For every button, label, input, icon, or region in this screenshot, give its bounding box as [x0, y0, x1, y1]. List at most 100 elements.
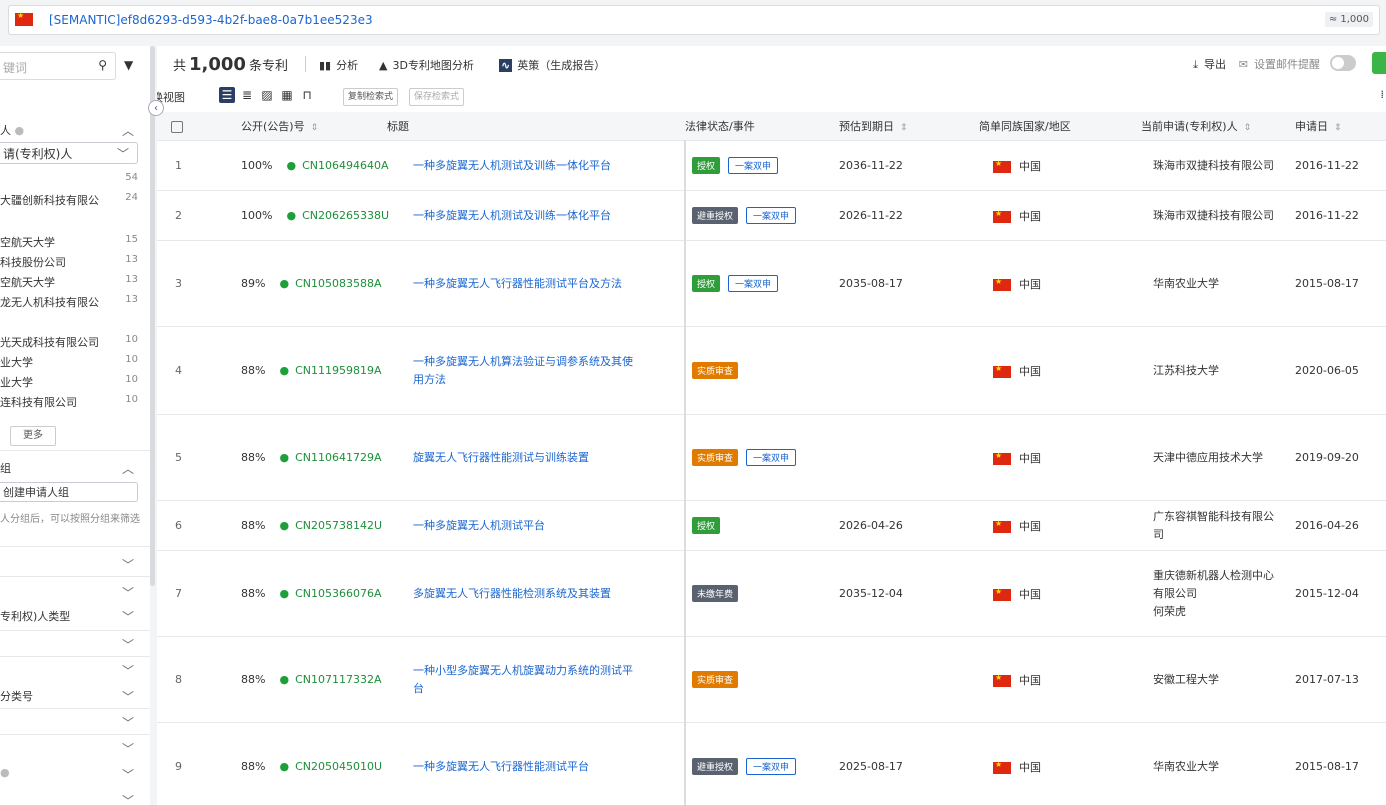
col-applicant[interactable]: 当前申请(专利权)人 ⇕ [1141, 112, 1295, 141]
grid-view-icon[interactable]: ▦ [279, 87, 295, 103]
image-view-icon[interactable]: ▨ [259, 87, 275, 103]
dual-filing-tag[interactable]: 一案双申 [728, 275, 779, 292]
applicant-list-item[interactable]: 科技股份公司 13 [0, 254, 150, 270]
chevron-up-icon[interactable]: ︿ [122, 460, 134, 477]
row-index: 3 [157, 240, 241, 327]
query-input[interactable]: [SEMANTIC]ef8d6293-d593-4b2f-bae8-0a7b1e… [8, 5, 1380, 35]
applicant-list-item[interactable]: 光天成科技有限公司 10 [0, 334, 150, 350]
table-row[interactable]: 3 89% ● CN105083588A 一种多旋翼无人飞行器性能测试平台及方法 授权一… [157, 240, 1386, 327]
chevron-down-icon[interactable]: ﹀ [122, 740, 134, 757]
column-settings-icon[interactable]: ⁞ [1381, 88, 1385, 101]
applicant-select[interactable]: 请(专利权)人 ﹀ [0, 142, 138, 164]
applicant-list-item[interactable]: 空航天大学 15 [0, 234, 150, 250]
applicant-list-item[interactable]: 业大学 10 [0, 354, 150, 370]
collapsed-filter[interactable]: ● ﹀ [0, 766, 150, 782]
patent-title-link[interactable]: 一种多旋翼无人飞行器性能测试平台 [413, 760, 589, 773]
group-section-header[interactable]: 组 ︿ [0, 460, 150, 476]
copy-query-button[interactable]: 复制检索式 [343, 88, 399, 106]
mail-alert-button[interactable]: ✉ 设置邮件提醒 [1239, 56, 1320, 72]
select-all-checkbox[interactable] [157, 112, 241, 141]
applicant-list-item[interactable]: 连科技有限公司 10 [0, 394, 150, 410]
applicant-link[interactable]: 江苏科技大学 [1153, 364, 1219, 377]
report-button[interactable]: ∿ 英策（生成报告） [499, 57, 605, 73]
chevron-down-icon[interactable]: ﹀ [122, 636, 134, 653]
patent-title-link[interactable]: 一种多旋翼无人机算法验证与调参系统及其使用方法 [413, 355, 633, 386]
filter-icon[interactable]: ▼ [124, 58, 133, 72]
dual-filing-tag[interactable]: 一案双申 [728, 157, 779, 174]
save-query-button[interactable]: 保存检索式 [409, 88, 465, 106]
applicant-link[interactable]: 珠海市双捷科技有限公司 [1153, 209, 1274, 222]
chevron-down-icon[interactable]: ﹀ [122, 662, 134, 679]
patent-title-link[interactable]: 一种多旋翼无人机测试及训练一体化平台 [413, 209, 611, 222]
applicant-link[interactable]: 安徽工程大学 [1153, 673, 1219, 686]
mail-alert-toggle[interactable] [1330, 55, 1356, 71]
compare-view-icon[interactable]: ⊓ [299, 87, 315, 103]
applicant-name: 光天成科技有限公司 [0, 336, 99, 349]
create-group-field[interactable]: 创建申请人组 [0, 482, 138, 502]
publication-number-link[interactable]: CN205738142U [295, 519, 382, 532]
chevron-down-icon[interactable]: ﹀ [122, 608, 134, 625]
section-applicant-header[interactable]: 人 ● ︿ [0, 122, 150, 138]
chevron-down-icon[interactable]: ﹀ [122, 688, 134, 705]
export-button[interactable]: ⤓ 导出 [1193, 56, 1226, 72]
table-row[interactable]: 1 100% ● CN106494640A 一种多旋翼无人机测试及训练一体化平台 授权一… [157, 140, 1386, 191]
patent-title-link[interactable]: 一种多旋翼无人机测试及训练一体化平台 [413, 159, 611, 172]
table-row[interactable]: 9 88% ● CN205045010U 一种多旋翼无人飞行器性能测试平台 避重授权 一案… [157, 722, 1386, 805]
chevron-up-icon[interactable]: ︿ [122, 122, 134, 139]
table-row[interactable]: 2 100% ● CN206265338U 一种多旋翼无人机测试及训练一体化平台 避重授… [157, 190, 1386, 241]
applicant-list-item[interactable]: 业大学 10 [0, 374, 150, 390]
col-pub-no[interactable]: 公开(公告)号 ⇕ [241, 112, 387, 141]
applicant-link[interactable]: 华南农业大学 [1153, 760, 1219, 773]
table-row[interactable]: 8 88% ● CN107117332A 一种小型多旋翼无人机旋翼动力系统的测试平台 实… [157, 636, 1386, 723]
patent-title-link[interactable]: 一种多旋翼无人飞行器性能测试平台及方法 [413, 277, 622, 290]
patent-title-link[interactable]: 多旋翼无人飞行器性能检测系统及其装置 [413, 587, 611, 600]
applicant-list-item[interactable]: 空航天大学 13 [0, 274, 150, 290]
table-row[interactable]: 7 88% ● CN105366076A 多旋翼无人飞行器性能检测系统及其装置 未缴年费… [157, 550, 1386, 637]
chevron-down-icon[interactable]: ﹀ [122, 584, 134, 601]
publication-number-link[interactable]: CN106494640A [302, 159, 388, 172]
table-row[interactable]: 5 88% ● CN110641729A 旋翼无人飞行器性能测试与训练装置 实质审查 一案… [157, 414, 1386, 501]
dual-filing-tag[interactable]: 一案双申 [746, 758, 797, 775]
col-app-date[interactable]: 申请日 ⇕ [1295, 112, 1386, 141]
col-expiry[interactable]: 预估到期日 ⇕ [839, 112, 979, 141]
patent-title-link[interactable]: 一种小型多旋翼无人机旋翼动力系统的测试平台 [413, 664, 633, 695]
collapse-sidebar-icon[interactable]: ‹ [148, 100, 164, 116]
publication-number-link[interactable]: CN205045010U [295, 760, 382, 773]
applicant-link[interactable]: 广东容祺智能科技有限公司 [1153, 510, 1274, 541]
table-row[interactable]: 4 88% ● CN111959819A 一种多旋翼无人机算法验证与调参系统及其使用方… [157, 326, 1386, 415]
sidebar-scrollbar[interactable] [150, 46, 155, 586]
chevron-down-icon[interactable]: ﹀ [122, 714, 134, 731]
applicant-link[interactable]: 重庆德新机器人检测中心有限公司 何荣虎 [1153, 569, 1274, 618]
sidebar-search-input[interactable]: 键词 ⚲ [0, 52, 116, 80]
search-icon[interactable]: ⚲ [98, 58, 107, 72]
publication-number-link[interactable]: CN105366076A [295, 587, 381, 600]
list-view-icon[interactable]: ☰ [219, 87, 235, 103]
applicant-link[interactable]: 珠海市双捷科技有限公司 [1153, 159, 1274, 172]
dual-filing-tag[interactable]: 一案双申 [746, 449, 797, 466]
chevron-down-icon[interactable]: ﹀ [122, 792, 134, 805]
detail-view-icon[interactable]: ≣ [239, 87, 255, 103]
publication-number-link[interactable]: CN111959819A [295, 364, 381, 377]
applicant-link[interactable]: 天津中德应用技术大学 [1153, 451, 1263, 464]
map3d-button[interactable]: ▲ 3D专利地图分析 [379, 57, 474, 73]
applicant-list-item[interactable]: 龙无人机科技有限公 13 [0, 294, 150, 310]
patent-title-link[interactable]: 旋翼无人飞行器性能测试与训练装置 [413, 451, 589, 464]
classification-filter[interactable]: 分类号 ﹀ [0, 688, 150, 704]
applicant-type-filter[interactable]: 专利权)人类型 ﹀ [0, 608, 150, 624]
publication-number-link[interactable]: CN206265338U [302, 209, 389, 222]
applicant-list-item[interactable]: 大疆创新科技有限公 24 [0, 192, 150, 208]
query-text[interactable]: [SEMANTIC]ef8d6293-d593-4b2f-bae8-0a7b1e… [49, 13, 373, 27]
publication-number-link[interactable]: CN105083588A [295, 277, 381, 290]
more-button[interactable]: 更多 [10, 426, 56, 446]
dual-filing-tag[interactable]: 一案双申 [746, 207, 797, 224]
relevance-percent: 89% [241, 277, 266, 290]
action-button[interactable] [1372, 52, 1386, 74]
applicant-link[interactable]: 华南农业大学 [1153, 277, 1219, 290]
chevron-down-icon[interactable]: ﹀ [122, 556, 134, 573]
patent-title-link[interactable]: 一种多旋翼无人机测试平台 [413, 519, 545, 532]
table-row[interactable]: 6 88% ● CN205738142U 一种多旋翼无人机测试平台 授权 2026-04-… [157, 500, 1386, 551]
publication-number-link[interactable]: CN107117332A [295, 673, 381, 686]
analysis-button[interactable]: ▮▮ 分析 [319, 57, 358, 73]
chevron-down-icon[interactable]: ﹀ [122, 766, 134, 783]
publication-number-link[interactable]: CN110641729A [295, 451, 381, 464]
